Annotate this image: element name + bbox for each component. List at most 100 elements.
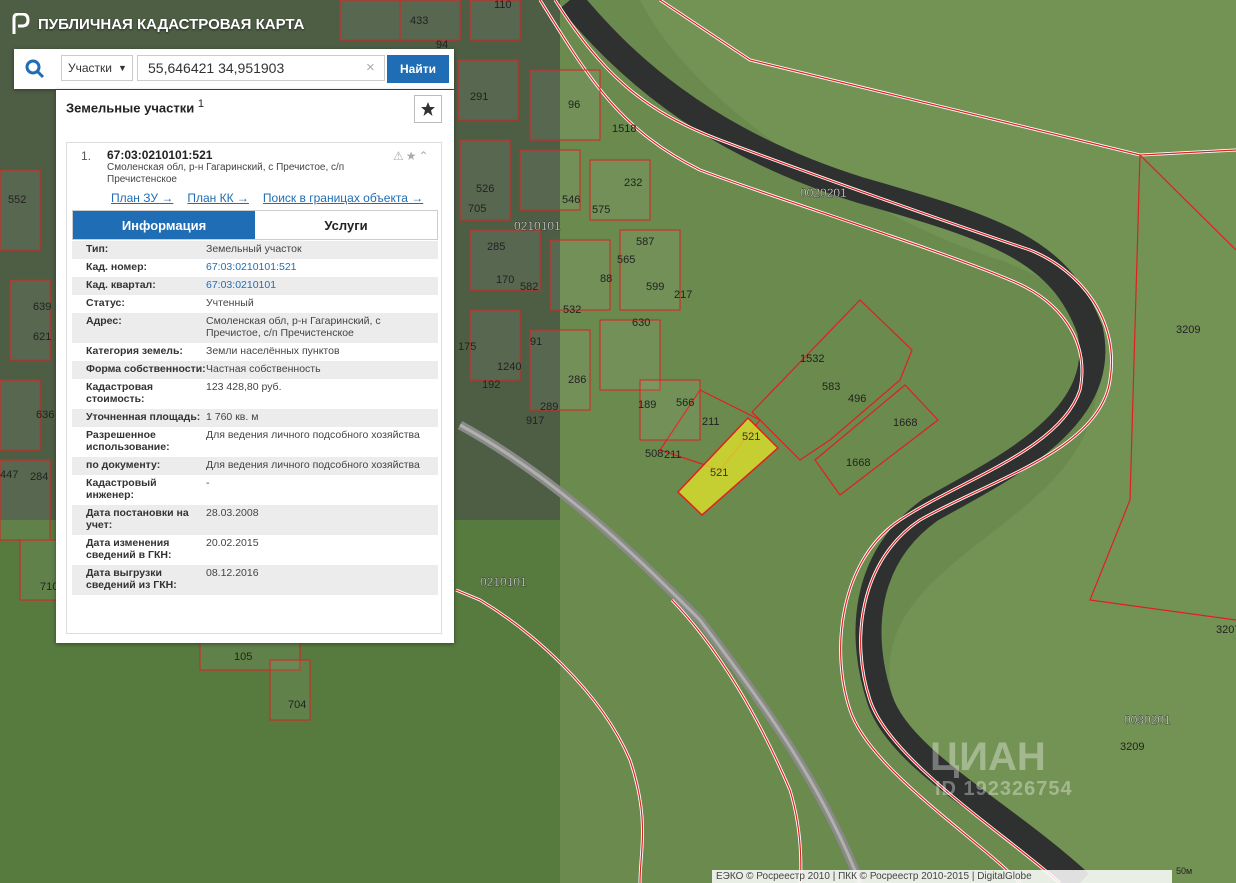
map-label: 447 (0, 469, 18, 481)
plan-zu-link[interactable]: План ЗУ → (111, 191, 173, 205)
map-label: 285 (487, 241, 505, 253)
info-label: по документу: (86, 459, 161, 471)
search-in-bounds-link[interactable]: Поиск в границах объекта → (263, 191, 423, 205)
map-label: 211 (702, 416, 720, 428)
watermark-id: ID 192326754 (935, 778, 1073, 800)
map-label: 0030201 (1124, 713, 1171, 727)
info-label: Дата выгрузки сведений из ГКН: (86, 567, 177, 591)
result-tabs: Информация Услуги (72, 210, 438, 240)
info-label: Разрешенное использование: (86, 429, 170, 453)
tab-info[interactable]: Информация (73, 211, 255, 239)
map-label: 3207 (1216, 624, 1236, 636)
info-value: Для ведения личного подсобного хозяйства (206, 459, 420, 471)
info-row: Кад. номер: 67:03:0210101:521 (72, 259, 438, 277)
map-label: 582 (520, 281, 538, 293)
info-row: Адрес: Смоленская обл, р-н Гагаринский, с… (72, 313, 438, 343)
app-title-bar: ПУБЛИЧНАЯ КАДАСТРОВАЯ КАРТА (12, 10, 304, 38)
map-label: 105 (234, 651, 252, 663)
map-label: 0020201 (800, 186, 847, 200)
info-label: Адрес: (86, 315, 122, 327)
info-label: Кад. квартал: (86, 279, 156, 291)
info-row: Тип: Земельный участок (72, 241, 438, 259)
info-label: Статус: (86, 297, 125, 309)
star-icon (421, 102, 435, 116)
map-label: 508 (645, 448, 663, 460)
map-label: 705 (468, 203, 486, 215)
info-row: Категория земель: Земли населённых пункто… (72, 343, 438, 361)
map-label: 639 (33, 301, 51, 313)
map-scale: 50м (1176, 866, 1193, 876)
map-label: 110 (494, 0, 512, 11)
warning-icon[interactable]: ⚠ (393, 149, 406, 163)
map-label: 566 (676, 397, 694, 409)
info-value: Земли населённых пунктов (206, 345, 340, 357)
result-card: 1. 67:03:0210101:521 Смоленская обл, р-н… (66, 142, 442, 634)
info-value: 123 428,80 руб. (206, 381, 282, 393)
info-label: Кад. номер: (86, 261, 148, 273)
info-row: Дата выгрузки сведений из ГКН: 08.12.2016 (72, 565, 438, 595)
info-label: Тип: (86, 243, 109, 255)
watermark: ЦИАН (930, 735, 1046, 779)
map-label: 636 (36, 409, 54, 421)
map-label: 170 (496, 274, 514, 286)
app-title: ПУБЛИЧНАЯ КАДАСТРОВАЯ КАРТА (38, 15, 305, 33)
map-label: 546 (562, 194, 580, 206)
info-row: Кадастровая стоимость: 123 428,80 руб. (72, 379, 438, 409)
info-label: Дата изменения сведений в ГКН: (86, 537, 172, 561)
map-label: 96 (568, 99, 580, 111)
result-links: План ЗУ → План КК → Поиск в границах объ… (111, 191, 437, 205)
info-value: Для ведения личного подсобного хозяйства (206, 429, 420, 441)
map-label: 1518 (612, 123, 636, 135)
info-label: Уточненная площадь: (86, 411, 201, 423)
info-value-link[interactable]: 67:03:0210101:521 (206, 261, 438, 273)
map-label: 521 (742, 431, 760, 443)
info-value: 20.02.2015 (206, 537, 259, 549)
map-label: 575 (592, 204, 610, 216)
info-row: Кад. квартал: 67:03:0210101 (72, 277, 438, 295)
info-label: Кадастровый инженер: (86, 477, 157, 501)
chevron-up-icon[interactable]: ⌃ (419, 149, 431, 163)
info-value: Земельный участок (206, 243, 302, 255)
map-label: 0210101 (480, 575, 527, 589)
map-label: 3209 (1176, 324, 1200, 336)
info-value: Учтенный (206, 297, 254, 309)
result-cad-number[interactable]: 67:03:0210101:521 (107, 148, 212, 162)
info-value: 08.12.2016 (206, 567, 259, 579)
tab-services[interactable]: Услуги (255, 211, 437, 239)
map-label: 1240 (497, 361, 521, 373)
pkk-logo-icon (12, 13, 30, 34)
info-table: Тип: Земельный участок Кад. номер: 67:03:0… (72, 241, 438, 595)
map-label: 496 (848, 393, 866, 405)
map-label: 587 (636, 236, 654, 248)
search-button[interactable]: Найти (387, 55, 449, 83)
map-label: 284 (30, 471, 48, 483)
map-label: 599 (646, 281, 664, 293)
map-label: 189 (638, 399, 656, 411)
map-label: 192 (482, 379, 500, 391)
info-row: Кадастровый инженер: - (72, 475, 438, 505)
info-row: Уточненная площадь: 1 760 кв. м (72, 409, 438, 427)
info-row: по документу: Для ведения личного подсобн… (72, 457, 438, 475)
search-type-dropdown[interactable]: Участки ▼ (61, 55, 133, 81)
map-label: 532 (563, 304, 581, 316)
star-icon[interactable]: ★ (406, 149, 419, 163)
map-label: 217 (674, 289, 692, 301)
info-value-link[interactable]: 67:03:0210101 (206, 279, 438, 291)
map-label: 917 (526, 415, 544, 427)
result-count: 1 (197, 98, 204, 110)
map-label: 433 (410, 15, 428, 27)
info-value: Частная собственность (206, 363, 321, 375)
info-label: Категория земель: (86, 345, 183, 357)
plan-kk-link[interactable]: План КК → (187, 191, 249, 205)
clear-icon[interactable]: × (366, 59, 375, 76)
info-value: - (206, 477, 210, 489)
map-label: 1668 (846, 457, 870, 469)
result-address: Смоленская обл, р-н Гагаринский, с Пречи… (107, 162, 345, 185)
map-label: 565 (617, 254, 635, 266)
search-icon[interactable] (14, 49, 56, 89)
info-label: Кадастровая стоимость: (86, 381, 153, 405)
favorite-button[interactable] (414, 95, 442, 123)
info-row: Дата изменения сведений в ГКН: 20.02.2015 (72, 535, 438, 565)
search-input[interactable]: 55,646421 34,951903 (137, 55, 385, 81)
info-value: 28.03.2008 (206, 507, 259, 519)
